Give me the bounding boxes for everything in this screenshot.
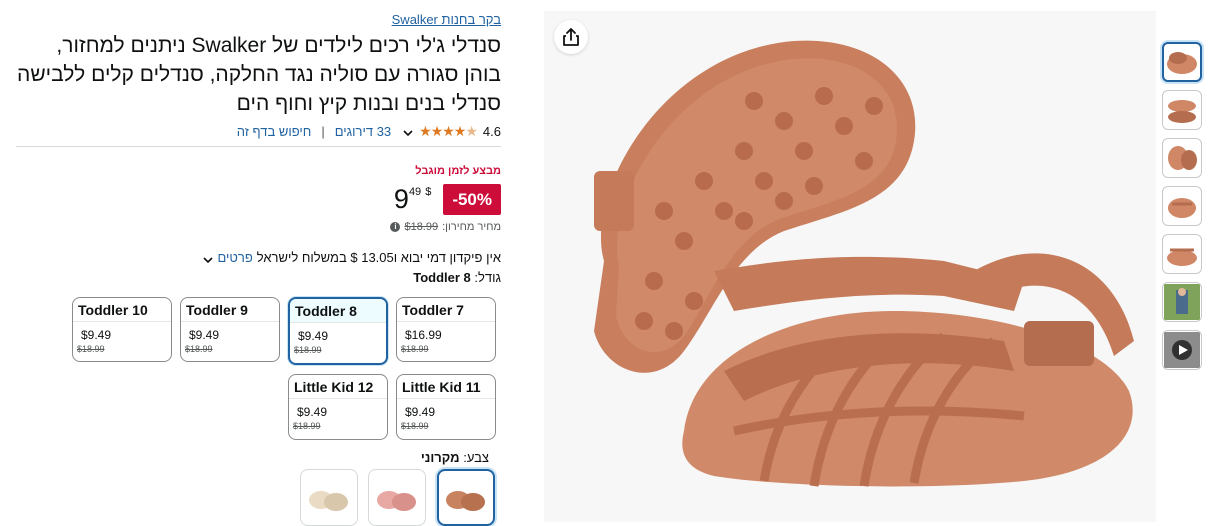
size-option[interactable]: Toddler 9 $9.49 $18.99 [180,297,280,362]
size-selected: Toddler 8 [413,270,471,285]
size-list-price: $18.99 [401,344,429,354]
size-price: $9.49 [405,405,436,419]
rating-separator: | [321,123,325,139]
price-whole: 9 [393,184,409,214]
shipping-row: אין פיקדון דמי יבוא ו13.05 $ במשלוח לישר… [16,250,501,265]
sandal-image [594,40,1134,487]
size-price: $9.49 [298,329,329,343]
size-label: גודל: [474,270,501,285]
rating-row: 4.6 ★★★★★ 33 דירוגים | חיפוש בדף זה [16,122,501,140]
share-button[interactable] [554,20,588,54]
reviews-link[interactable]: 33 דירוגים [335,124,391,139]
size-list-price: $18.99 [294,345,322,355]
product-info: בקר בחנות Swalker סנדלי ג'לי רכים לילדים… [16,10,501,285]
size-option[interactable]: Toddler 8 $9.49 $18.99 [288,297,388,365]
deal-badge: מבצע לזמן מוגבל [415,165,501,177]
color-swatch-macaroni[interactable] [437,469,495,526]
size-name: Toddler 8 [290,299,386,323]
size-name: Toddler 10 [73,298,171,322]
size-name: Little Kid 12 [289,375,387,399]
divider [16,146,501,147]
thumbnail-5[interactable] [1162,234,1202,274]
thumbnail-2[interactable] [1162,90,1202,130]
size-option[interactable]: Little Kid 11 $9.49 $18.99 [396,374,496,440]
price-row: -50% 9 49 $ [16,184,501,218]
size-label-row: גודל: Toddler 8 [16,270,501,285]
list-price-row: מחיר מחירון: $18.99 i [16,221,501,233]
info-icon[interactable]: i [390,222,401,232]
chevron-down-icon[interactable] [203,253,214,263]
chevron-down-icon[interactable] [403,126,413,137]
price: 9 49 $ [394,184,433,214]
star-icon: ★★★★ [419,122,466,139]
size-name: Toddler 9 [181,298,279,322]
thumbnail-video[interactable] [1162,330,1202,370]
main-product-image[interactable] [544,11,1156,522]
size-price: $16.99 [405,328,442,342]
size-price: $9.49 [297,405,328,419]
color-options [300,469,497,526]
size-price: $9.49 [81,328,112,342]
color-swatch-pink[interactable] [368,469,426,526]
size-list-price: $18.99 [185,344,213,354]
shipping-text: אין פיקדון דמי יבוא ו13.05 $ במשלוח לישר… [256,250,501,265]
share-icon [563,28,579,46]
size-name: Little Kid 11 [397,375,495,399]
product-title: סנדלי ג'לי רכים לילדים של Swalker ניתנים… [17,34,501,115]
thumbnail-strip [1162,42,1204,378]
size-option[interactable]: Toddler 10 $9.49 $18.99 [72,297,172,362]
thumbnail-6[interactable] [1162,282,1202,322]
size-option[interactable]: Toddler 7 $16.99 $18.99 [396,297,496,362]
price-fraction: 49 [408,186,422,198]
search-page-link[interactable]: חיפוש בדף זה [237,124,312,139]
sandal-strap [714,256,1024,311]
size-grid: Toddler 7 $16.99 $18.99 Toddler 8 $9.49 … [72,297,497,442]
size-name: Toddler 7 [397,298,495,322]
thumbnail-1[interactable] [1162,42,1202,82]
list-price-label: מחיר מחירון: [442,221,501,233]
size-option[interactable]: Little Kid 12 $9.49 $18.99 [288,374,388,440]
color-label: צבע: [463,450,489,465]
size-list-price: $18.99 [401,421,429,431]
price-currency: $ [425,186,432,198]
discount-badge: -50% [443,184,501,215]
size-list-price: $18.99 [293,421,321,431]
list-price-value: $18.99 [404,221,439,233]
rating-value: 4.6 [482,123,501,139]
star-rating[interactable]: ★★★★★ [419,122,478,140]
size-list-price: $18.99 [77,344,105,354]
star-half-icon: ★ [465,122,478,139]
color-swatch-beige[interactable] [300,469,358,526]
size-price: $9.49 [189,328,220,342]
store-link[interactable]: בקר בחנות Swalker [16,10,501,30]
color-selected: מקרוני [420,450,460,465]
shipping-details-link[interactable]: פרטים [217,250,252,265]
thumbnail-3[interactable] [1162,138,1202,178]
thumbnail-4[interactable] [1162,186,1202,226]
color-label-row: צבע: מקרוני [0,450,489,465]
